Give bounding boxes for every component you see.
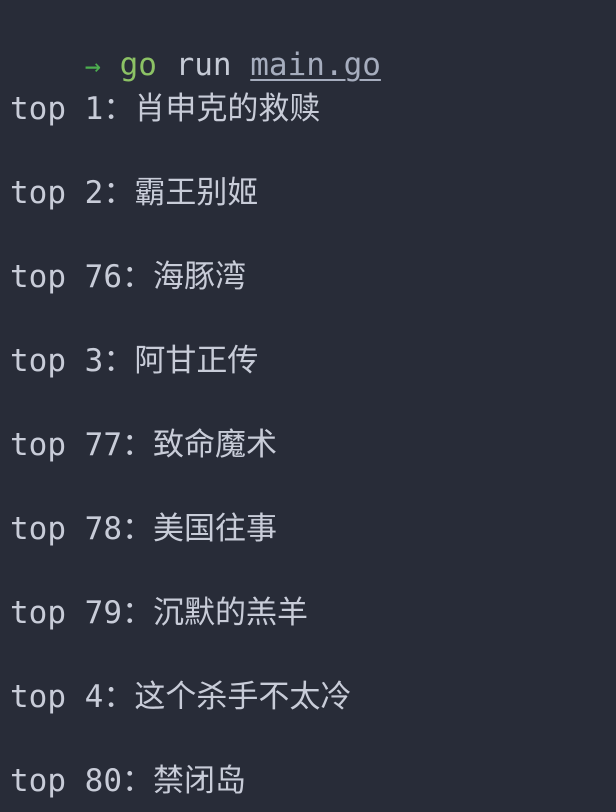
output-line-text: top 3：阿甘正传 [10,343,259,379]
output-line-text: top 78：美国往事 [10,511,277,547]
output-line-text: top 80：禁闭岛 [10,763,246,799]
output-line: top 77：致命魔术 [10,425,277,465]
command-filename[interactable]: main.go [250,47,381,83]
prompt-arrow-icon: → [84,51,101,82]
output-line-text: top 4：这个杀手不太冷 [10,679,352,715]
output-line: top 80：禁闭岛 [10,761,246,801]
output-line-text: top 76：海豚湾 [10,259,246,295]
command-arg: run [156,47,251,83]
output-line: top 2：霸王别姬 [10,173,258,213]
output-line-text: top 2：霸王别姬 [10,175,259,211]
output-line: top 79：沉默的羔羊 [10,593,308,633]
command-name: go [119,47,157,83]
output-line-text: top 1：肖申克的救赎 [10,91,321,127]
output-line-text: top 77：致命魔术 [10,427,277,463]
output-line: top 76：海豚湾 [10,257,246,297]
output-line-text: top 79：沉默的羔羊 [10,595,308,631]
output-line: top 3：阿甘正传 [10,341,258,381]
terminal-window[interactable]: → go run main.go top 1：肖申克的救赎 top 2：霸王别姬… [0,0,616,812]
output-line: top 78：美国往事 [10,509,277,549]
output-line: top 1：肖申克的救赎 [10,89,320,129]
prompt-space-1 [101,47,120,83]
output-line: top 4：这个杀手不太冷 [10,677,351,717]
